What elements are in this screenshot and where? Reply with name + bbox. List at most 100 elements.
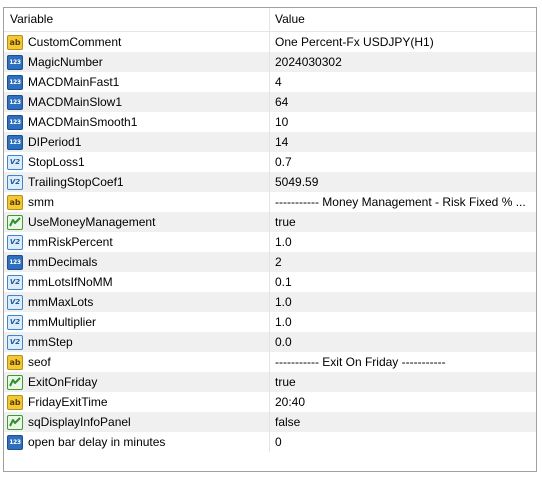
double-icon: V2 [7,334,23,350]
variable-cell: 123 MACDMainSlow1 [4,92,270,112]
integer-icon: 123 [7,134,23,150]
value-cell[interactable]: 64 [270,92,536,112]
table-row[interactable]: sqDisplayInfoPanel false [4,412,536,432]
variable-name: ExitOnFriday [28,375,98,389]
variable-cell: sqDisplayInfoPanel [4,412,270,432]
table-row[interactable]: ab smm ----------- Money Management - Risk… [4,192,536,212]
boolean-icon [7,374,23,390]
table-row[interactable]: ab CustomComment One Percent-Fx USDJPY(H1) [4,32,536,52]
value-cell[interactable]: 2 [270,252,536,272]
value-cell[interactable]: 4 [270,72,536,92]
variable-name: FridayExitTime [28,395,108,409]
variable-name: DIPeriod1 [28,135,82,149]
table-row[interactable]: 123 MACDMainSmooth1 10 [4,112,536,132]
table-row[interactable]: UseMoneyManagement true [4,212,536,232]
variable-cell: ab FridayExitTime [4,392,270,412]
table-row[interactable]: ab seof ----------- Exit On Friday -------… [4,352,536,372]
variable-name: seof [28,355,51,369]
value-column-header[interactable]: Value [270,8,536,31]
variable-name: mmRiskPercent [28,235,113,249]
table-row[interactable]: ExitOnFriday true [4,372,536,392]
variable-name: MACDMainSlow1 [28,95,123,109]
variable-name: sqDisplayInfoPanel [28,415,131,429]
variable-cell: ab seof [4,352,270,372]
variable-cell: ab CustomComment [4,32,270,52]
value-cell[interactable]: 0 [270,432,536,452]
value-cell[interactable]: 0.1 [270,272,536,292]
value-cell[interactable]: 1.0 [270,292,536,312]
table-row[interactable]: V2 mmRiskPercent 1.0 [4,232,536,252]
string-icon: ab [7,394,23,410]
boolean-icon [7,214,23,230]
value-cell[interactable]: 10 [270,112,536,132]
value-cell[interactable]: 0.7 [270,152,536,172]
table-header: Variable Value [4,8,536,32]
integer-icon: 123 [7,254,23,270]
value-cell[interactable]: 1.0 [270,232,536,252]
table-row[interactable]: V2 TrailingStopCoef1 5049.59 [4,172,536,192]
table-row[interactable]: V2 mmMaxLots 1.0 [4,292,536,312]
value-cell[interactable]: 20:40 [270,392,536,412]
table-body: ab CustomComment One Percent-Fx USDJPY(H1)… [4,32,536,452]
variable-cell: V2 mmLotsIfNoMM [4,272,270,292]
variable-name: StopLoss1 [28,155,85,169]
variable-cell: 123 MACDMainSmooth1 [4,112,270,132]
variable-cell: V2 mmMaxLots [4,292,270,312]
integer-icon: 123 [7,434,23,450]
table-row[interactable]: V2 mmLotsIfNoMM 0.1 [4,272,536,292]
variable-cell: 123 MagicNumber [4,52,270,72]
variable-name: open bar delay in minutes [28,435,166,449]
variable-name: mmStep [28,335,73,349]
integer-icon: 123 [7,114,23,130]
variable-name: MACDMainFast1 [28,75,120,89]
value-cell[interactable]: true [270,372,536,392]
table-row[interactable]: V2 mmStep 0.0 [4,332,536,352]
variable-name: MagicNumber [28,55,103,69]
variable-name: mmLotsIfNoMM [28,275,113,289]
variable-cell: 123 mmDecimals [4,252,270,272]
table-row[interactable]: V2 mmMultiplier 1.0 [4,312,536,332]
variable-cell: UseMoneyManagement [4,212,270,232]
variable-cell: V2 StopLoss1 [4,152,270,172]
string-icon: ab [7,34,23,50]
value-cell[interactable]: ----------- Exit On Friday ----------- [270,352,536,372]
inputs-table: Variable Value ab CustomComment One Percen… [3,7,537,472]
variable-name: mmDecimals [28,255,98,269]
variable-cell: V2 mmRiskPercent [4,232,270,252]
variable-name: mmMaxLots [28,295,94,309]
variable-cell: V2 TrailingStopCoef1 [4,172,270,192]
variable-name: UseMoneyManagement [28,215,156,229]
value-cell[interactable]: ----------- Money Management - Risk Fixe… [270,192,536,212]
variable-cell: 123 open bar delay in minutes [4,432,270,452]
value-cell[interactable]: One Percent-Fx USDJPY(H1) [270,32,536,52]
double-icon: V2 [7,234,23,250]
table-row[interactable]: 123 MACDMainFast1 4 [4,72,536,92]
variable-name: MACDMainSmooth1 [28,115,138,129]
double-icon: V2 [7,154,23,170]
value-cell[interactable]: 2024030302 [270,52,536,72]
variable-name: TrailingStopCoef1 [28,175,124,189]
table-row[interactable]: 123 MagicNumber 2024030302 [4,52,536,72]
double-icon: V2 [7,174,23,190]
variable-cell: ExitOnFriday [4,372,270,392]
variable-cell: V2 mmStep [4,332,270,352]
table-row[interactable]: V2 StopLoss1 0.7 [4,152,536,172]
integer-icon: 123 [7,54,23,70]
variable-name: smm [28,195,54,209]
table-row[interactable]: 123 mmDecimals 2 [4,252,536,272]
value-cell[interactable]: false [270,412,536,432]
variable-column-header[interactable]: Variable [4,8,270,31]
variable-cell: ab smm [4,192,270,212]
double-icon: V2 [7,294,23,310]
value-cell[interactable]: 14 [270,132,536,152]
variable-cell: V2 mmMultiplier [4,312,270,332]
table-row[interactable]: 123 open bar delay in minutes 0 [4,432,536,452]
table-row[interactable]: ab FridayExitTime 20:40 [4,392,536,412]
value-cell[interactable]: 1.0 [270,312,536,332]
string-icon: ab [7,354,23,370]
value-cell[interactable]: 5049.59 [270,172,536,192]
value-cell[interactable]: true [270,212,536,232]
table-row[interactable]: 123 DIPeriod1 14 [4,132,536,152]
table-row[interactable]: 123 MACDMainSlow1 64 [4,92,536,112]
value-cell[interactable]: 0.0 [270,332,536,352]
